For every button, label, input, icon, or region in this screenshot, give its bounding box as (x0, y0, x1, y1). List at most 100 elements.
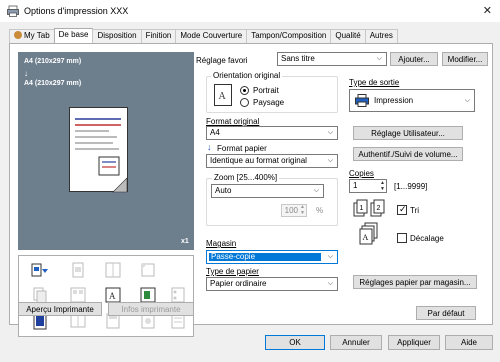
chevron-down-icon: ⌵ (313, 187, 319, 194)
collate-checkbox[interactable]: ✓ (397, 204, 407, 215)
title-bar: Options d'impression XXX ✕ (0, 0, 500, 22)
svg-text:2: 2 (377, 205, 381, 212)
favorite-setting-label: Réglage favori (196, 56, 248, 65)
landscape-label: Paysage (253, 98, 285, 107)
tab-qualite[interactable]: Qualité (330, 29, 366, 43)
print-preview: A4 (210x297 mm) ↓ A4 (210x297 mm) x1 (18, 52, 194, 250)
tab-strip: My Tab De base Disposition Finition Mode… (9, 28, 398, 43)
tab-label: Disposition (97, 31, 137, 40)
modify-favorite-button[interactable]: Modifier... (442, 52, 488, 66)
user-icon (14, 31, 22, 39)
output-type-value: Impression (374, 96, 414, 105)
collate-icon: 1 2 (353, 199, 385, 217)
grayed-staple-icon (141, 263, 155, 277)
copies-range: [1...9999] (394, 182, 428, 191)
print-output-icon[interactable] (31, 261, 49, 279)
document-page-icon (69, 107, 128, 193)
chevron-down-icon: ⌵ (464, 97, 470, 104)
apply-button[interactable]: Appliquer (388, 335, 440, 350)
chevron-down-icon: ⌵ (327, 129, 333, 136)
chevron-down-icon: ⌵ (327, 157, 333, 164)
favorite-setting-select[interactable]: Sans titre ⌵ (277, 52, 387, 66)
basic-tab-panel: A4 (210x297 mm) ↓ A4 (210x297 mm) x1 A A… (9, 43, 493, 337)
svg-text:A: A (109, 291, 116, 301)
help-button[interactable]: Aide (445, 335, 493, 350)
default-button[interactable]: Par défaut (416, 306, 476, 320)
portrait-radio[interactable] (240, 86, 249, 95)
tray-select[interactable]: Passe-copie ⌵ (206, 250, 338, 264)
copies-badge: x1 (181, 238, 189, 245)
tray-value: Passe-copie (211, 252, 256, 261)
tab-de-base[interactable]: De base (53, 28, 94, 43)
collate-label: Tri (410, 206, 420, 215)
copies-label: Copies (349, 169, 374, 178)
copies-value: 1 (353, 181, 358, 190)
window-title: Options d'impression XXX (24, 6, 129, 16)
spinner-down-icon[interactable]: ▼ (380, 186, 385, 192)
user-settings-button[interactable]: Réglage Utilisateur... (353, 126, 463, 140)
printer-app-icon (7, 5, 19, 17)
favorite-setting-value: Sans titre (281, 54, 315, 63)
zoom-group-title: Zoom [25...400%] (212, 173, 280, 182)
print-options-window: Options d'impression XXX ✕ My Tab De bas… (0, 0, 500, 362)
landscape-radio[interactable] (240, 98, 249, 107)
svg-text:1: 1 (360, 205, 364, 212)
tab-label: Tampon/Composition (251, 31, 327, 40)
grayed-orientation-icon (72, 262, 84, 278)
zoom-percent-input: 100 ▲ ▼ (281, 204, 307, 217)
chevron-down-icon: ⌵ (327, 280, 333, 287)
add-favorite-button[interactable]: Ajouter... (390, 52, 438, 66)
zoom-value: Auto (215, 186, 232, 195)
ok-button[interactable]: OK (265, 335, 325, 350)
original-size-label: A4 (210x297 mm) (24, 58, 82, 65)
arrow-down-icon: ↓ (207, 142, 212, 152)
tab-mode-couverture[interactable]: Mode Couverture (175, 29, 248, 43)
paper-type-label: Type de papier (206, 267, 259, 276)
svg-text:A: A (363, 233, 369, 242)
offset-icon: A (359, 222, 378, 245)
paper-type-value: Papier ordinaire (210, 279, 267, 288)
copies-input[interactable]: 1 ▲ ▼ (349, 179, 387, 193)
grayed-layout-icon (105, 262, 121, 278)
paper-type-select[interactable]: Papier ordinaire ⌵ (206, 277, 338, 291)
tray-label: Magasin (206, 239, 237, 248)
tab-label: Finition (145, 31, 172, 40)
tab-finition[interactable]: Finition (140, 29, 177, 43)
close-icon[interactable]: ✕ (483, 4, 492, 17)
chevron-down-icon: ⌵ (376, 55, 382, 62)
tab-disposition[interactable]: Disposition (92, 29, 142, 43)
zoom-select[interactable]: Auto ⌵ (211, 184, 324, 198)
tab-autres[interactable]: Autres (364, 29, 398, 43)
tab-label: Qualité (335, 31, 361, 40)
original-size-select[interactable]: A4 ⌵ (206, 126, 338, 140)
tab-label: Autres (369, 31, 393, 40)
tab-tampon-composition[interactable]: Tampon/Composition (246, 29, 332, 43)
tab-my-tab[interactable]: My Tab (9, 29, 55, 43)
tray-paper-settings-button[interactable]: Réglages papier par magasin... (353, 275, 477, 289)
printer-icon (355, 94, 369, 107)
spinner-down-icon: ▼ (300, 210, 305, 216)
tab-label: Mode Couverture (180, 31, 243, 40)
authentication-button[interactable]: Authentif./Suivi de volume... (353, 147, 463, 161)
tab-label: De base (58, 30, 89, 39)
arrow-down-icon: ↓ (24, 69, 28, 78)
original-size-value: A4 (210, 128, 220, 137)
paper-size-select[interactable]: Identique au format original ⌵ (206, 154, 338, 168)
printer-preview-button[interactable]: Aperçu Imprimante (18, 302, 102, 316)
svg-text:A: A (219, 91, 227, 102)
cancel-button[interactable]: Annuler (330, 335, 382, 350)
offset-checkbox[interactable] (397, 233, 407, 243)
paper-size-label: A4 (210x297 mm) (24, 80, 82, 87)
paper-size-label: Format papier (217, 144, 267, 153)
check-icon: ✓ (399, 204, 407, 214)
orientation-group-title: Orientation original (211, 71, 283, 80)
offset-label: Décalage (410, 234, 444, 243)
output-type-label: Type de sortie (349, 78, 400, 87)
function-icons-panel: A (18, 255, 194, 337)
chevron-down-icon: ⌵ (327, 253, 333, 260)
printer-info-button: Infos imprimante (108, 302, 194, 316)
portrait-page-icon: A (214, 84, 232, 106)
paper-size-value: Identique au format original (210, 156, 307, 165)
zoom-percent-value: 100 (284, 206, 298, 215)
output-type-select[interactable]: Impression ⌵ (349, 89, 475, 112)
